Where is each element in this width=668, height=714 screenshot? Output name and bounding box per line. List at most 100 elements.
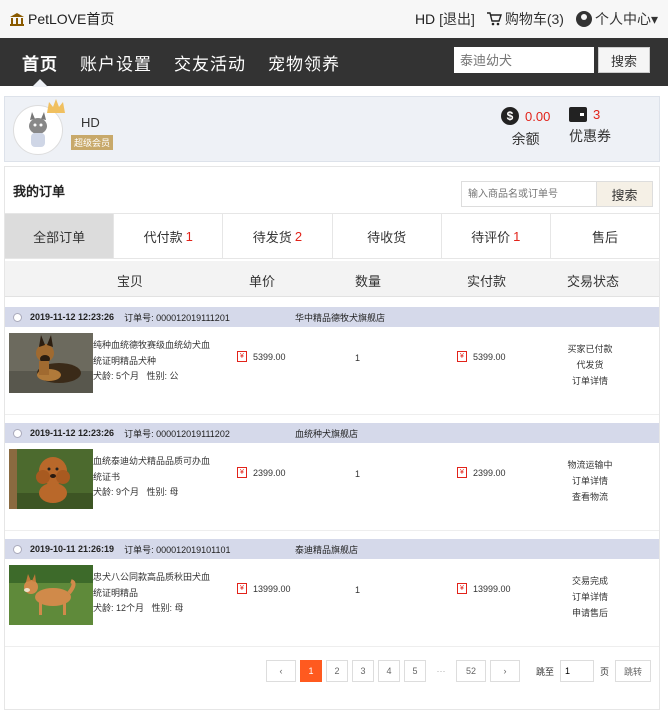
balance-label: 余额 xyxy=(511,131,540,147)
shop-name[interactable]: 华中精品德牧犬旗舰店 xyxy=(295,311,385,324)
home-link[interactable]: PetLOVE首页 xyxy=(10,9,114,29)
order-row: 2019-11-12 12:23:26 订单号: 000012019111201… xyxy=(5,307,659,415)
next-page-button[interactable]: › xyxy=(490,660,520,682)
orders-panel: 我的订单 搜索 全部订单 代付款1 待发货2 待收货 待评价1 售后 宝贝 单价… xyxy=(4,166,660,710)
jump-page-input[interactable] xyxy=(560,660,595,682)
nav-search-button[interactable]: 搜索 xyxy=(598,47,650,73)
cart-link[interactable]: 购物车(3) xyxy=(486,9,564,29)
balance-block[interactable]: $ 0.00 余额 xyxy=(501,107,550,149)
page-button[interactable]: 5 xyxy=(404,660,426,682)
order-search-button[interactable]: 搜索 xyxy=(597,181,653,207)
col-status: 交易状态 xyxy=(567,274,620,289)
coupon-block[interactable]: 3 优惠券 xyxy=(569,107,611,146)
tab-all-orders[interactable]: 全部订单 xyxy=(5,214,115,258)
dollar-icon: $ xyxy=(501,107,519,125)
nav-social-events[interactable]: 交友活动 xyxy=(174,50,246,75)
paid-value: 13999.00 xyxy=(473,583,511,594)
shop-name[interactable]: 血统种犬旗舰店 xyxy=(295,427,358,440)
page-unit: 页 xyxy=(600,666,610,677)
user-center-label[interactable]: 个人中心▾ xyxy=(595,9,658,29)
nav-pet-adoption[interactable]: 宠物领养 xyxy=(268,50,340,75)
paid-amount: ¥ 2399.00 xyxy=(457,467,506,478)
site-name[interactable]: PetLOVE首页 xyxy=(28,9,114,29)
tab-count: 1 xyxy=(185,228,193,244)
order-status: 买家已付款 代发货 订单详情 xyxy=(545,341,635,389)
order-select-radio[interactable] xyxy=(13,428,22,438)
page-button[interactable]: 1 xyxy=(300,660,322,682)
after-sales-link[interactable]: 申请售后 xyxy=(545,605,635,621)
poodle-photo[interactable] xyxy=(9,449,93,509)
order-status: 交易完成 订单详情 申请售后 xyxy=(545,573,635,621)
page-button[interactable]: 4 xyxy=(378,660,400,682)
order-datetime: 2019-10-11 21:26:19 xyxy=(30,544,115,554)
order-number: 订单号: 000012019101101 xyxy=(124,544,231,555)
status-action[interactable]: 代发货 xyxy=(545,357,635,373)
crown-icon xyxy=(47,99,65,113)
order-select-radio[interactable] xyxy=(13,544,22,554)
yen-icon: ¥ xyxy=(457,467,467,478)
product-meta: 犬龄: 5个月 性别: 公 xyxy=(93,369,179,382)
pagination: ‹ 1 2 3 4 5 ··· 52 › xyxy=(266,660,520,682)
tab-pending-shipment[interactable]: 待发货 2 xyxy=(223,214,333,258)
quantity: 1 xyxy=(355,469,361,479)
username[interactable]: HD xyxy=(415,11,435,27)
prev-page-button[interactable]: ‹ xyxy=(266,660,296,682)
paid-value: 2399.00 xyxy=(473,467,506,478)
product-description[interactable]: 忠犬八公同款高品质秋田犬血统证明精品 xyxy=(93,569,215,601)
cat-avatar-icon xyxy=(29,112,47,147)
order-number: 订单号: 000012019111202 xyxy=(124,428,230,439)
jump-label: 跳至 xyxy=(536,666,555,677)
user-center-menu[interactable]: 个人中心▾ xyxy=(575,9,658,29)
product-description[interactable]: 纯种血统德牧赛级血统幼犬血统证明精品犬种 xyxy=(93,337,215,369)
dog-age: 犬龄: 5个月 xyxy=(93,371,140,381)
order-body: 血统泰迪幼犬精品品质可办血统证书 犬龄: 9个月 性别: 母 ¥ 2399.00… xyxy=(5,443,659,531)
orders-title: 我的订单 xyxy=(13,184,66,199)
nav-search: 搜索 xyxy=(454,47,650,73)
order-select-radio[interactable] xyxy=(13,312,22,322)
order-header: 2019-10-11 21:26:19 订单号: 000012019101101… xyxy=(5,539,659,559)
logout-link[interactable]: [退出] xyxy=(439,11,475,27)
order-number: 订单号: 000012019111201 xyxy=(124,312,230,323)
yen-icon: ¥ xyxy=(237,583,247,594)
nav-account-settings[interactable]: 账户设置 xyxy=(80,50,152,75)
shop-name[interactable]: 泰迪精品旗舰店 xyxy=(295,543,358,556)
order-search-input[interactable] xyxy=(461,181,597,207)
tab-label: 售后 xyxy=(591,229,618,245)
page-button[interactable]: 2 xyxy=(326,660,348,682)
order-row: 2019-11-12 12:23:26 订单号: 000012019111202… xyxy=(5,423,659,531)
page: PetLOVE首页 HD [退出] 购物车(3) 个人中心▾ 首页 账户设置 交… xyxy=(0,0,668,714)
unit-price-value: 5399.00 xyxy=(253,351,286,362)
tab-pending-review[interactable]: 待评价 1 xyxy=(442,214,551,258)
nav-search-input[interactable] xyxy=(454,47,594,73)
jump-go-button[interactable]: 跳转 xyxy=(615,660,652,682)
yen-icon: ¥ xyxy=(237,351,247,362)
order-details-link[interactable]: 订单详情 xyxy=(545,589,635,605)
tab-after-sales[interactable]: 售后 xyxy=(551,214,659,258)
col-item: 宝贝 xyxy=(117,274,144,289)
order-details-link[interactable]: 订单详情 xyxy=(545,373,635,389)
dog-gender: 性别: 母 xyxy=(151,603,184,613)
order-datetime: 2019-11-12 12:23:26 xyxy=(30,312,115,322)
cart-label[interactable]: 购物车(3) xyxy=(505,9,564,29)
col-unit-price: 单价 xyxy=(249,274,276,289)
product-meta: 犬龄: 12个月 性别: 母 xyxy=(93,601,184,614)
col-paid: 实付款 xyxy=(467,274,507,289)
page-button[interactable]: 3 xyxy=(352,660,374,682)
tab-pending-receipt[interactable]: 待收货 xyxy=(333,214,442,258)
page-button[interactable]: 52 xyxy=(456,660,486,682)
akita-photo[interactable] xyxy=(9,565,93,625)
order-search: 搜索 xyxy=(461,181,653,207)
tab-label: 待收货 xyxy=(367,229,407,245)
order-details-link[interactable]: 订单详情 xyxy=(545,473,635,489)
tab-pending-payment[interactable]: 代付款 1 xyxy=(114,214,224,258)
page-jump: 跳至 页 跳转 xyxy=(536,660,652,682)
member-badge: 超级会员 xyxy=(71,135,114,150)
track-shipment-link[interactable]: 查看物流 xyxy=(545,489,635,505)
german-shepherd-photo[interactable] xyxy=(9,333,93,393)
page-ellipsis: ··· xyxy=(436,666,446,676)
dog-age: 犬龄: 12个月 xyxy=(93,603,145,613)
unit-price: ¥ 5399.00 xyxy=(237,351,286,362)
nav-home[interactable]: 首页 xyxy=(22,50,58,75)
product-description[interactable]: 血统泰迪幼犬精品品质可办血统证书 xyxy=(93,453,215,485)
quantity: 1 xyxy=(355,585,361,595)
